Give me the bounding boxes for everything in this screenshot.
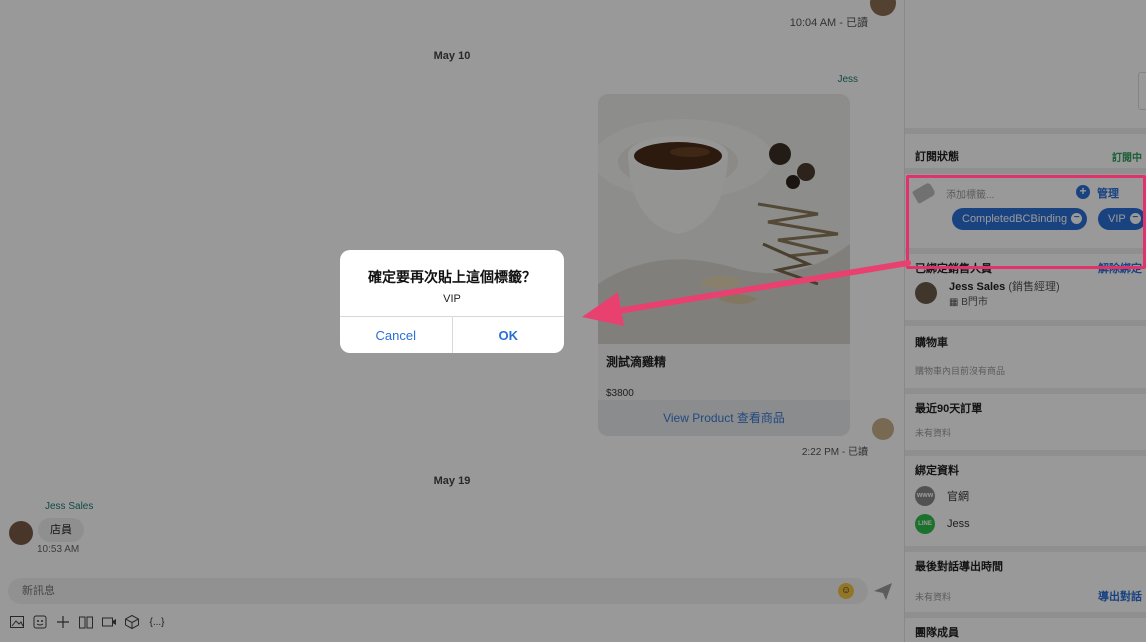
dialog-title: 確定要再次貼上這個標籤？ <box>368 269 536 285</box>
modal-backdrop <box>0 0 1146 642</box>
confirm-dialog: 確定要再次貼上這個標籤？ VIP Cancel OK <box>340 250 564 353</box>
cancel-button[interactable]: Cancel <box>340 317 452 353</box>
tags-highlight-box <box>906 175 1146 269</box>
dialog-buttons: Cancel OK <box>340 316 564 353</box>
dialog-message: VIP <box>443 293 461 305</box>
ok-button[interactable]: OK <box>451 317 565 353</box>
